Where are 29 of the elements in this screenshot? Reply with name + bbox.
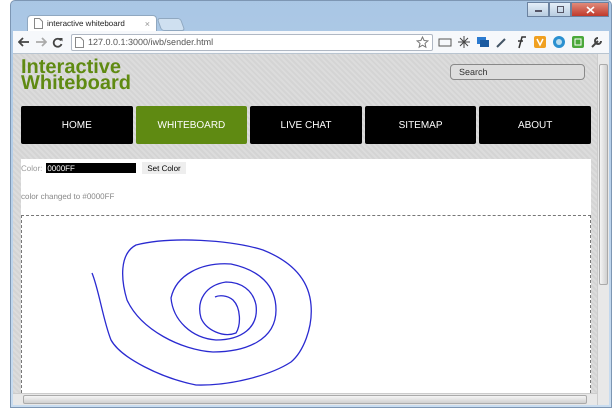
nav-tab[interactable]: LIVE CHAT xyxy=(250,106,362,144)
vertical-scrollbar[interactable] xyxy=(597,54,609,405)
horizontal-scrollbar[interactable] xyxy=(13,393,597,405)
close-button[interactable] xyxy=(571,2,609,17)
wrench-icon[interactable] xyxy=(590,35,604,49)
nav-tab[interactable]: HOME xyxy=(21,106,133,144)
maximize-button[interactable] xyxy=(549,2,571,17)
color-label: Color: xyxy=(21,164,42,172)
page-icon xyxy=(75,36,84,48)
reload-icon[interactable] xyxy=(52,36,63,48)
tab-title: interactive whiteboard xyxy=(47,19,126,28)
browser-tab[interactable]: interactive whiteboard × xyxy=(27,15,157,31)
back-icon[interactable] xyxy=(18,37,30,47)
search-field[interactable]: Search xyxy=(450,64,585,80)
nav-tab[interactable]: ABOUT xyxy=(479,106,591,144)
maximize-icon xyxy=(556,6,564,13)
star-icon[interactable] xyxy=(416,36,429,48)
page-icon xyxy=(34,18,43,29)
set-color-button[interactable]: Set Color xyxy=(142,162,186,174)
nav-tab[interactable]: SITEMAP xyxy=(364,106,476,144)
minimize-button[interactable] xyxy=(527,2,549,17)
extension-icon[interactable] xyxy=(457,35,471,49)
close-icon xyxy=(586,6,594,14)
nav-tab[interactable]: WHITEBOARD xyxy=(136,106,248,144)
color-input[interactable]: 0000FF xyxy=(46,163,136,173)
address-bar[interactable]: 127.0.0.1:3000/iwb/sender.html xyxy=(71,34,433,50)
extension-icon[interactable] xyxy=(476,35,490,49)
url-text: 127.0.0.1:3000/iwb/sender.html xyxy=(88,37,214,47)
status-message: color changed to #0000FF xyxy=(21,192,116,203)
